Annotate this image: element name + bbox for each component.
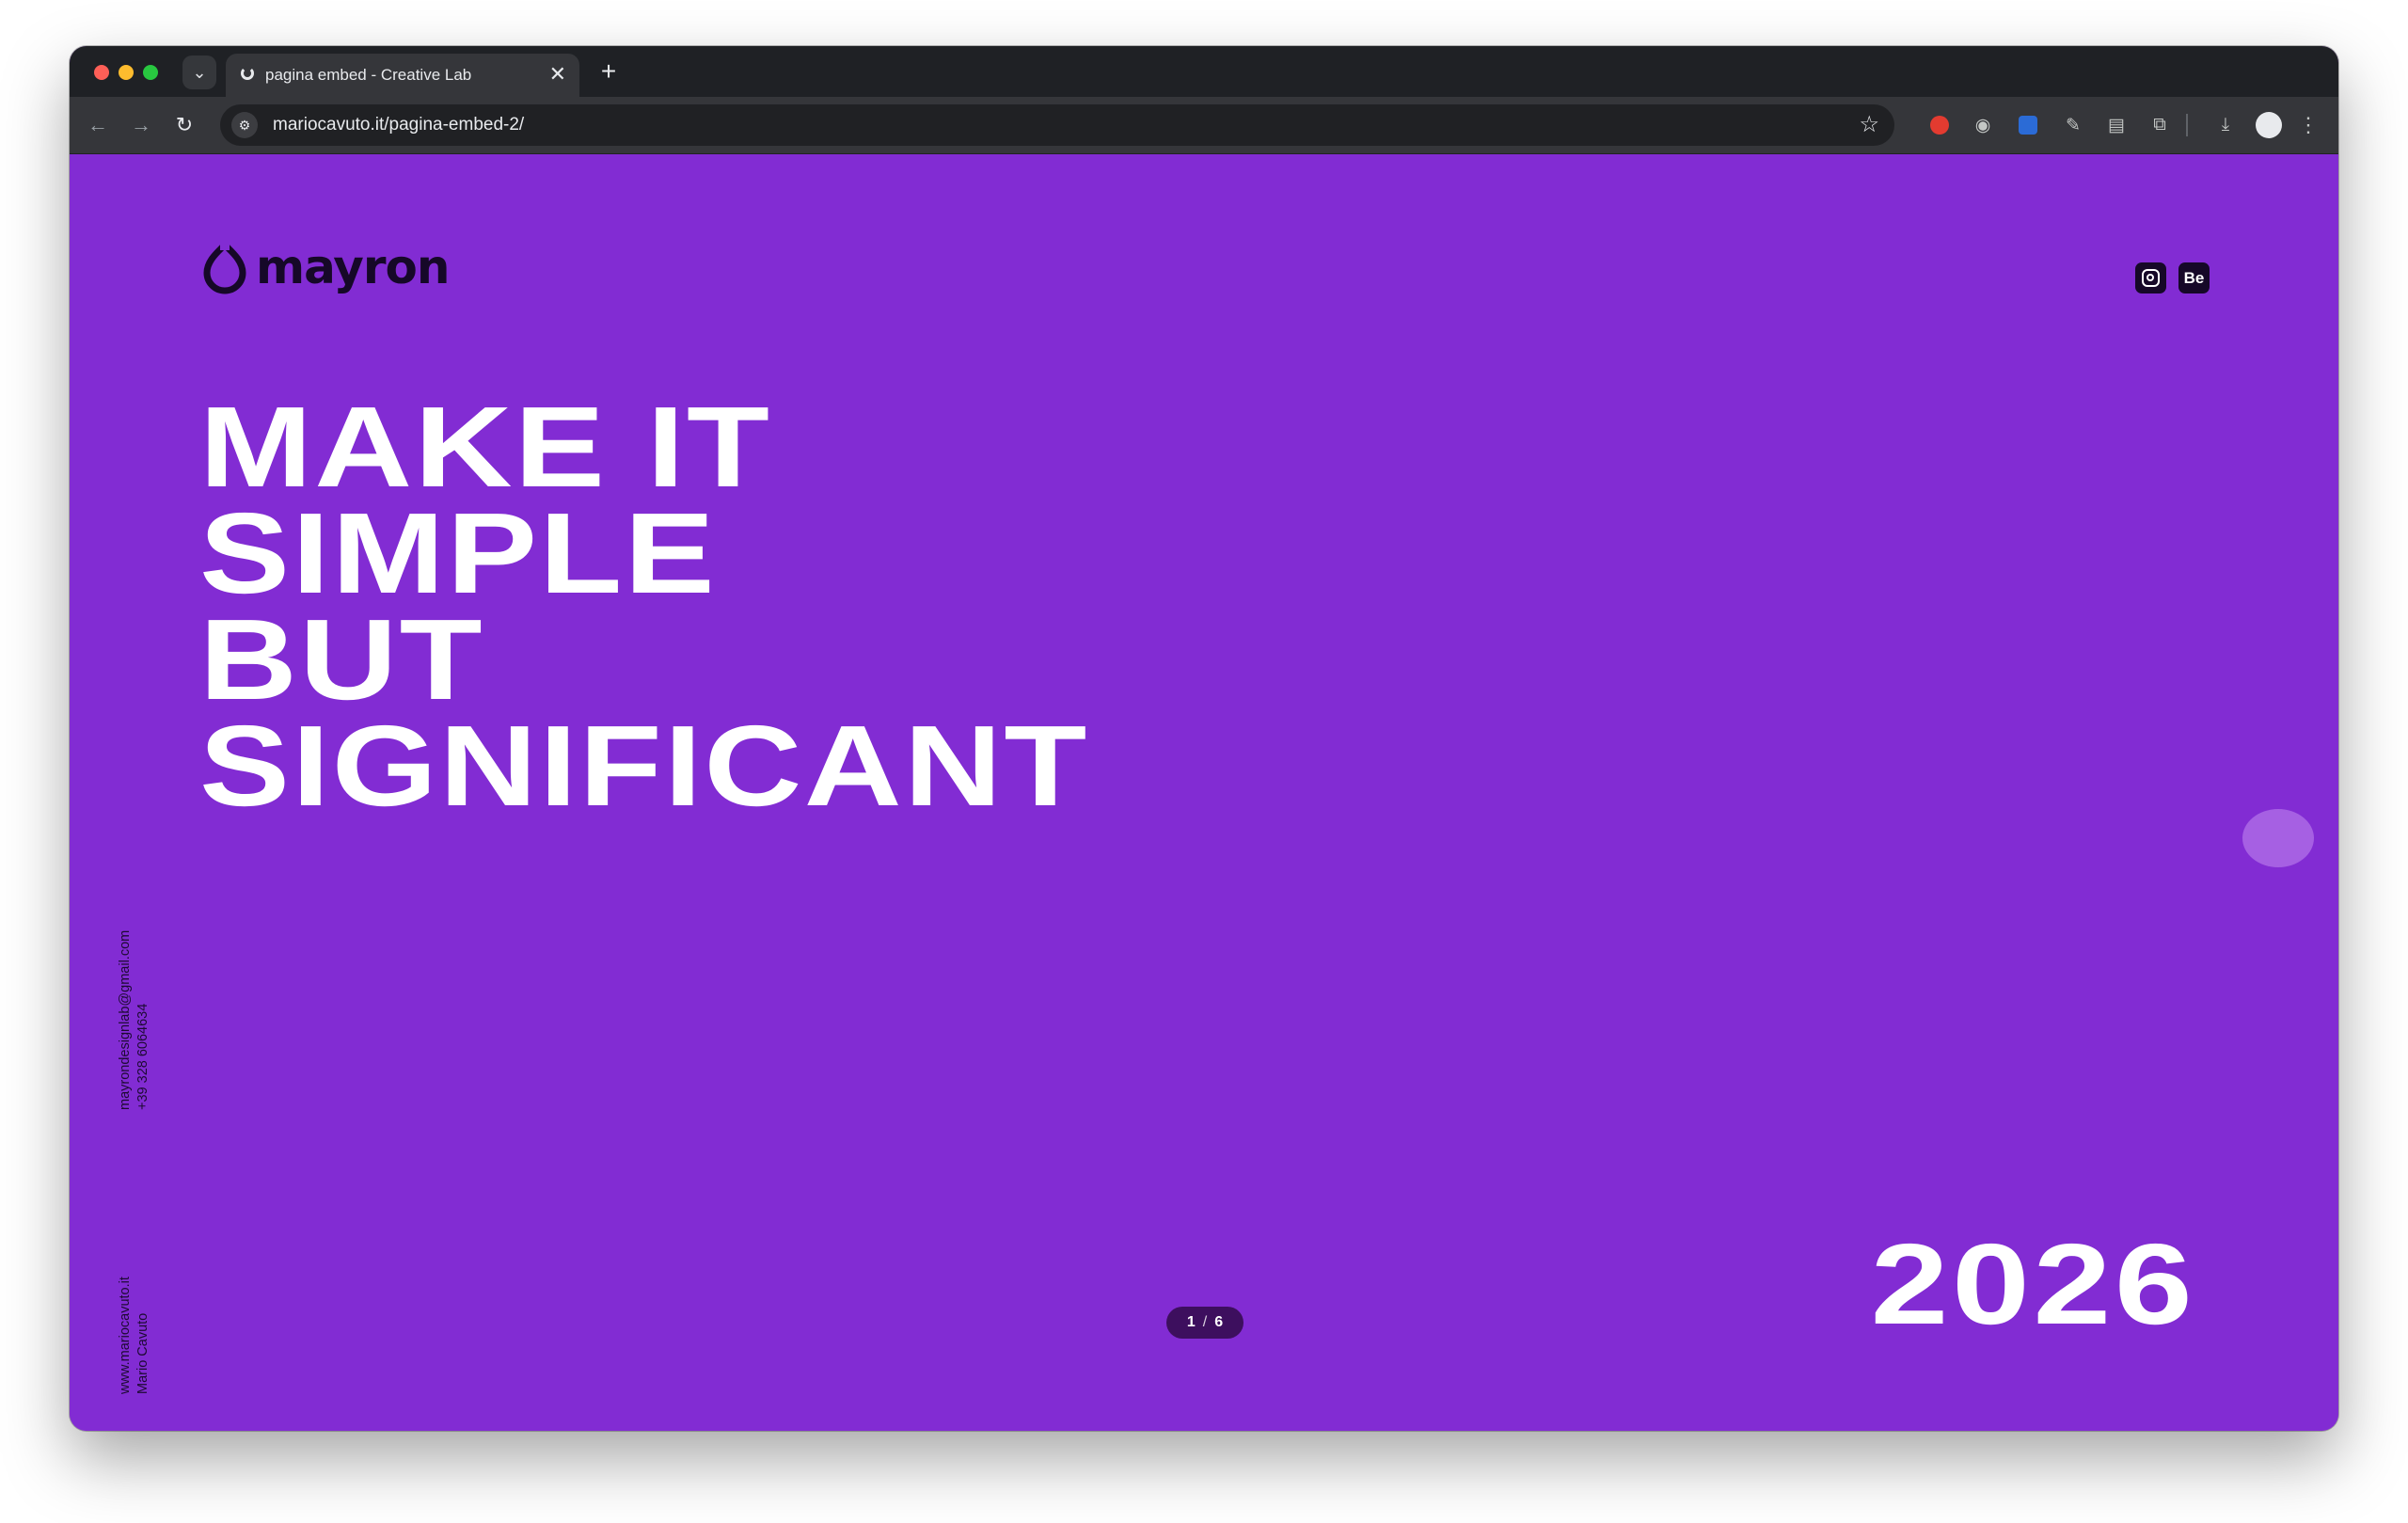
browser-window: ⌄ pagina embed - Creative Lab ✕ + ← → ↻ … — [70, 46, 2338, 1431]
puzzle-icon: ⧉ — [2153, 115, 2166, 135]
credit-site[interactable]: www.mariocavuto.it — [117, 1244, 135, 1394]
instagram-link[interactable] — [2135, 262, 2166, 293]
extension-icon — [1930, 116, 1949, 135]
reload-icon: ↻ — [175, 113, 194, 136]
behance-link[interactable]: Be — [2178, 262, 2210, 293]
contact-email[interactable]: mayrondesignlab@gmail.com — [117, 903, 135, 1110]
extension-blue-button[interactable] — [2013, 110, 2043, 140]
close-tab-button[interactable]: ✕ — [549, 62, 566, 87]
tab-title: pagina embed - Creative Lab — [265, 66, 472, 84]
new-tab-button[interactable]: + — [593, 56, 625, 87]
instagram-icon — [2142, 269, 2160, 287]
loading-icon — [241, 67, 254, 80]
headline-line: SIMPLE — [199, 489, 718, 617]
extension-icon — [2019, 116, 2037, 135]
contact-phone[interactable]: +39 328 6064634 — [135, 903, 152, 1110]
forward-button[interactable]: → — [124, 108, 158, 142]
page-content: mayron Be MAKE IT SIMPLE BUT SIGNIFICANT… — [70, 154, 2338, 1431]
headline-line: SIGNIFICANT — [199, 702, 1089, 830]
browser-toolbar: ← → ↻ ⚙ mariocavuto.it/pagina-embed-2/ ☆… — [70, 97, 2338, 154]
logo-text: mayron — [256, 240, 450, 294]
toolbar-divider — [2186, 114, 2188, 136]
tune-icon: ⚙ — [238, 117, 251, 133]
minimize-window-button[interactable] — [119, 65, 134, 80]
url-text[interactable]: mariocavuto.it/pagina-embed-2/ — [273, 115, 524, 135]
camera-icon: ◉ — [1974, 115, 1991, 135]
color-picker-button[interactable]: ✎ — [2058, 110, 2088, 140]
pager-total: 6 — [1214, 1314, 1224, 1330]
downloads-button[interactable]: ⤓ — [2210, 110, 2241, 140]
hero-headline: MAKE IT SIMPLE BUT SIGNIFICANT — [199, 383, 1089, 830]
eyedropper-icon: ✎ — [2066, 115, 2081, 135]
slide-pager[interactable]: 1 / 6 — [1166, 1307, 1244, 1339]
stack-icon: ▤ — [2108, 115, 2125, 135]
browser-menu-button[interactable]: ⋮ — [2293, 110, 2323, 140]
credit-name: Mario Cavuto — [135, 1312, 150, 1394]
extensions-button[interactable]: ⧉ — [2145, 110, 2175, 140]
arrow-right-icon: → — [131, 113, 151, 136]
profile-avatar[interactable] — [2256, 112, 2282, 138]
maximize-window-button[interactable] — [143, 65, 158, 80]
download-icon: ⤓ — [2221, 115, 2230, 135]
more-vert-icon: ⋮ — [2298, 113, 2319, 136]
cursor-follower — [2242, 809, 2314, 867]
credit-info: www.mariocavuto.it Mario Cavuto — [117, 1244, 152, 1394]
back-button[interactable]: ← — [81, 108, 115, 142]
pager-separator: / — [1202, 1314, 1208, 1330]
reload-button[interactable]: ↻ — [167, 108, 201, 142]
logo-drop-icon — [203, 239, 246, 294]
headline-line: BUT — [199, 595, 484, 723]
arrow-left-icon: ← — [87, 113, 108, 136]
extension-stack-button[interactable]: ▤ — [2101, 110, 2131, 140]
year-label: 2026 — [1870, 1220, 2195, 1348]
contact-info: mayrondesignlab@gmail.com +39 328 606463… — [117, 903, 152, 1110]
logo[interactable]: mayron — [199, 237, 450, 297]
chevron-down-icon: ⌄ — [192, 62, 207, 82]
site-info-button[interactable]: ⚙ — [231, 112, 258, 138]
tab-search-button[interactable]: ⌄ — [182, 56, 216, 89]
close-window-button[interactable] — [94, 65, 109, 80]
behance-label: Be — [2183, 268, 2205, 287]
headline-line: MAKE IT — [199, 383, 772, 511]
bookmark-star-icon[interactable]: ☆ — [1859, 111, 1879, 138]
tab-active[interactable]: pagina embed - Creative Lab ✕ — [226, 54, 579, 97]
pager-current: 1 — [1186, 1314, 1196, 1330]
extension-red-button[interactable] — [1925, 110, 1955, 140]
address-bar[interactable]: ⚙ mariocavuto.it/pagina-embed-2/ ☆ — [220, 104, 1894, 146]
tab-strip: ⌄ pagina embed - Creative Lab ✕ + — [70, 46, 2338, 97]
screenshot-extension-button[interactable]: ◉ — [1968, 110, 1998, 140]
